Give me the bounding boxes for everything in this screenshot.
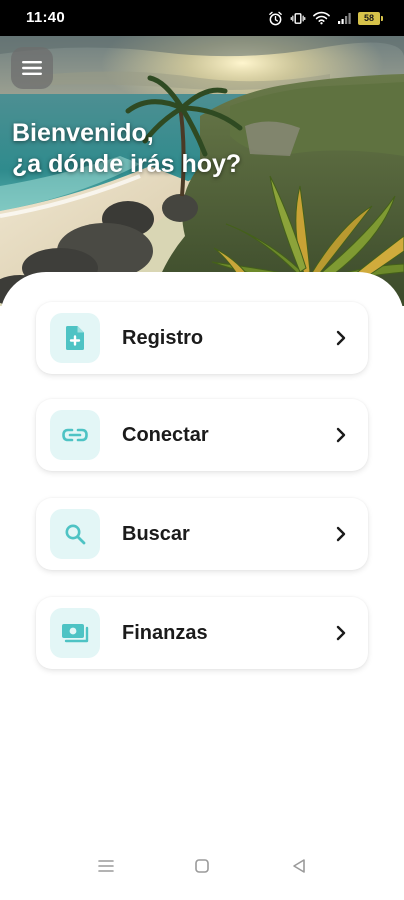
document-add-icon bbox=[66, 326, 84, 350]
card-label: Conectar bbox=[122, 424, 209, 446]
card-label: Finanzas bbox=[122, 622, 208, 644]
card-icon-box bbox=[50, 313, 100, 363]
status-icons: 58 bbox=[268, 9, 383, 27]
vibrate-icon bbox=[290, 11, 306, 26]
chevron-right-icon bbox=[336, 625, 346, 641]
system-nav-bar bbox=[0, 830, 404, 900]
menu-card-buscar[interactable]: Buscar bbox=[36, 498, 368, 570]
card-icon-box bbox=[50, 509, 100, 559]
battery-icon: 58 bbox=[358, 11, 383, 25]
alarm-icon bbox=[268, 11, 283, 26]
back-icon bbox=[293, 859, 305, 873]
hamburger-menu-icon bbox=[22, 61, 42, 75]
battery-level: 58 bbox=[363, 13, 374, 23]
menu-card-finanzas[interactable]: Finanzas bbox=[36, 597, 368, 669]
home-button[interactable] bbox=[190, 854, 214, 878]
status-bar: 11:40 58 bbox=[0, 0, 404, 36]
app-screen: 11:40 58 Bienvenido, ¿a dónde irás hoy? … bbox=[0, 0, 404, 900]
chevron-right-icon bbox=[336, 330, 346, 346]
status-time: 11:40 bbox=[26, 9, 66, 26]
welcome-line-1: Bienvenido, bbox=[12, 119, 154, 147]
link-icon bbox=[62, 428, 88, 442]
card-label: Registro bbox=[122, 327, 204, 349]
menu-button[interactable] bbox=[11, 47, 53, 89]
menu-card-conectar[interactable]: Conectar bbox=[36, 399, 368, 471]
hero-header: Bienvenido, ¿a dónde irás hoy? bbox=[0, 36, 404, 306]
chevron-right-icon bbox=[336, 526, 346, 542]
back-button[interactable] bbox=[287, 854, 311, 878]
card-icon-box bbox=[50, 410, 100, 460]
menu-card-registro[interactable]: Registro bbox=[36, 302, 368, 374]
chevron-right-icon bbox=[336, 427, 346, 443]
welcome-heading: Bienvenido, ¿a dónde irás hoy? bbox=[12, 118, 241, 180]
signal-icon bbox=[337, 12, 351, 25]
welcome-line-2: ¿a dónde irás hoy? bbox=[12, 150, 242, 178]
home-icon bbox=[195, 859, 209, 873]
recent-apps-icon bbox=[98, 860, 114, 872]
card-label: Buscar bbox=[122, 523, 190, 545]
recent-apps-button[interactable] bbox=[94, 854, 118, 878]
wifi-icon bbox=[313, 11, 330, 25]
content-sheet: Registro Conectar Buscar Finanzas bbox=[0, 272, 404, 832]
search-icon bbox=[65, 524, 86, 545]
card-icon-box bbox=[50, 608, 100, 658]
money-icon bbox=[62, 624, 89, 643]
